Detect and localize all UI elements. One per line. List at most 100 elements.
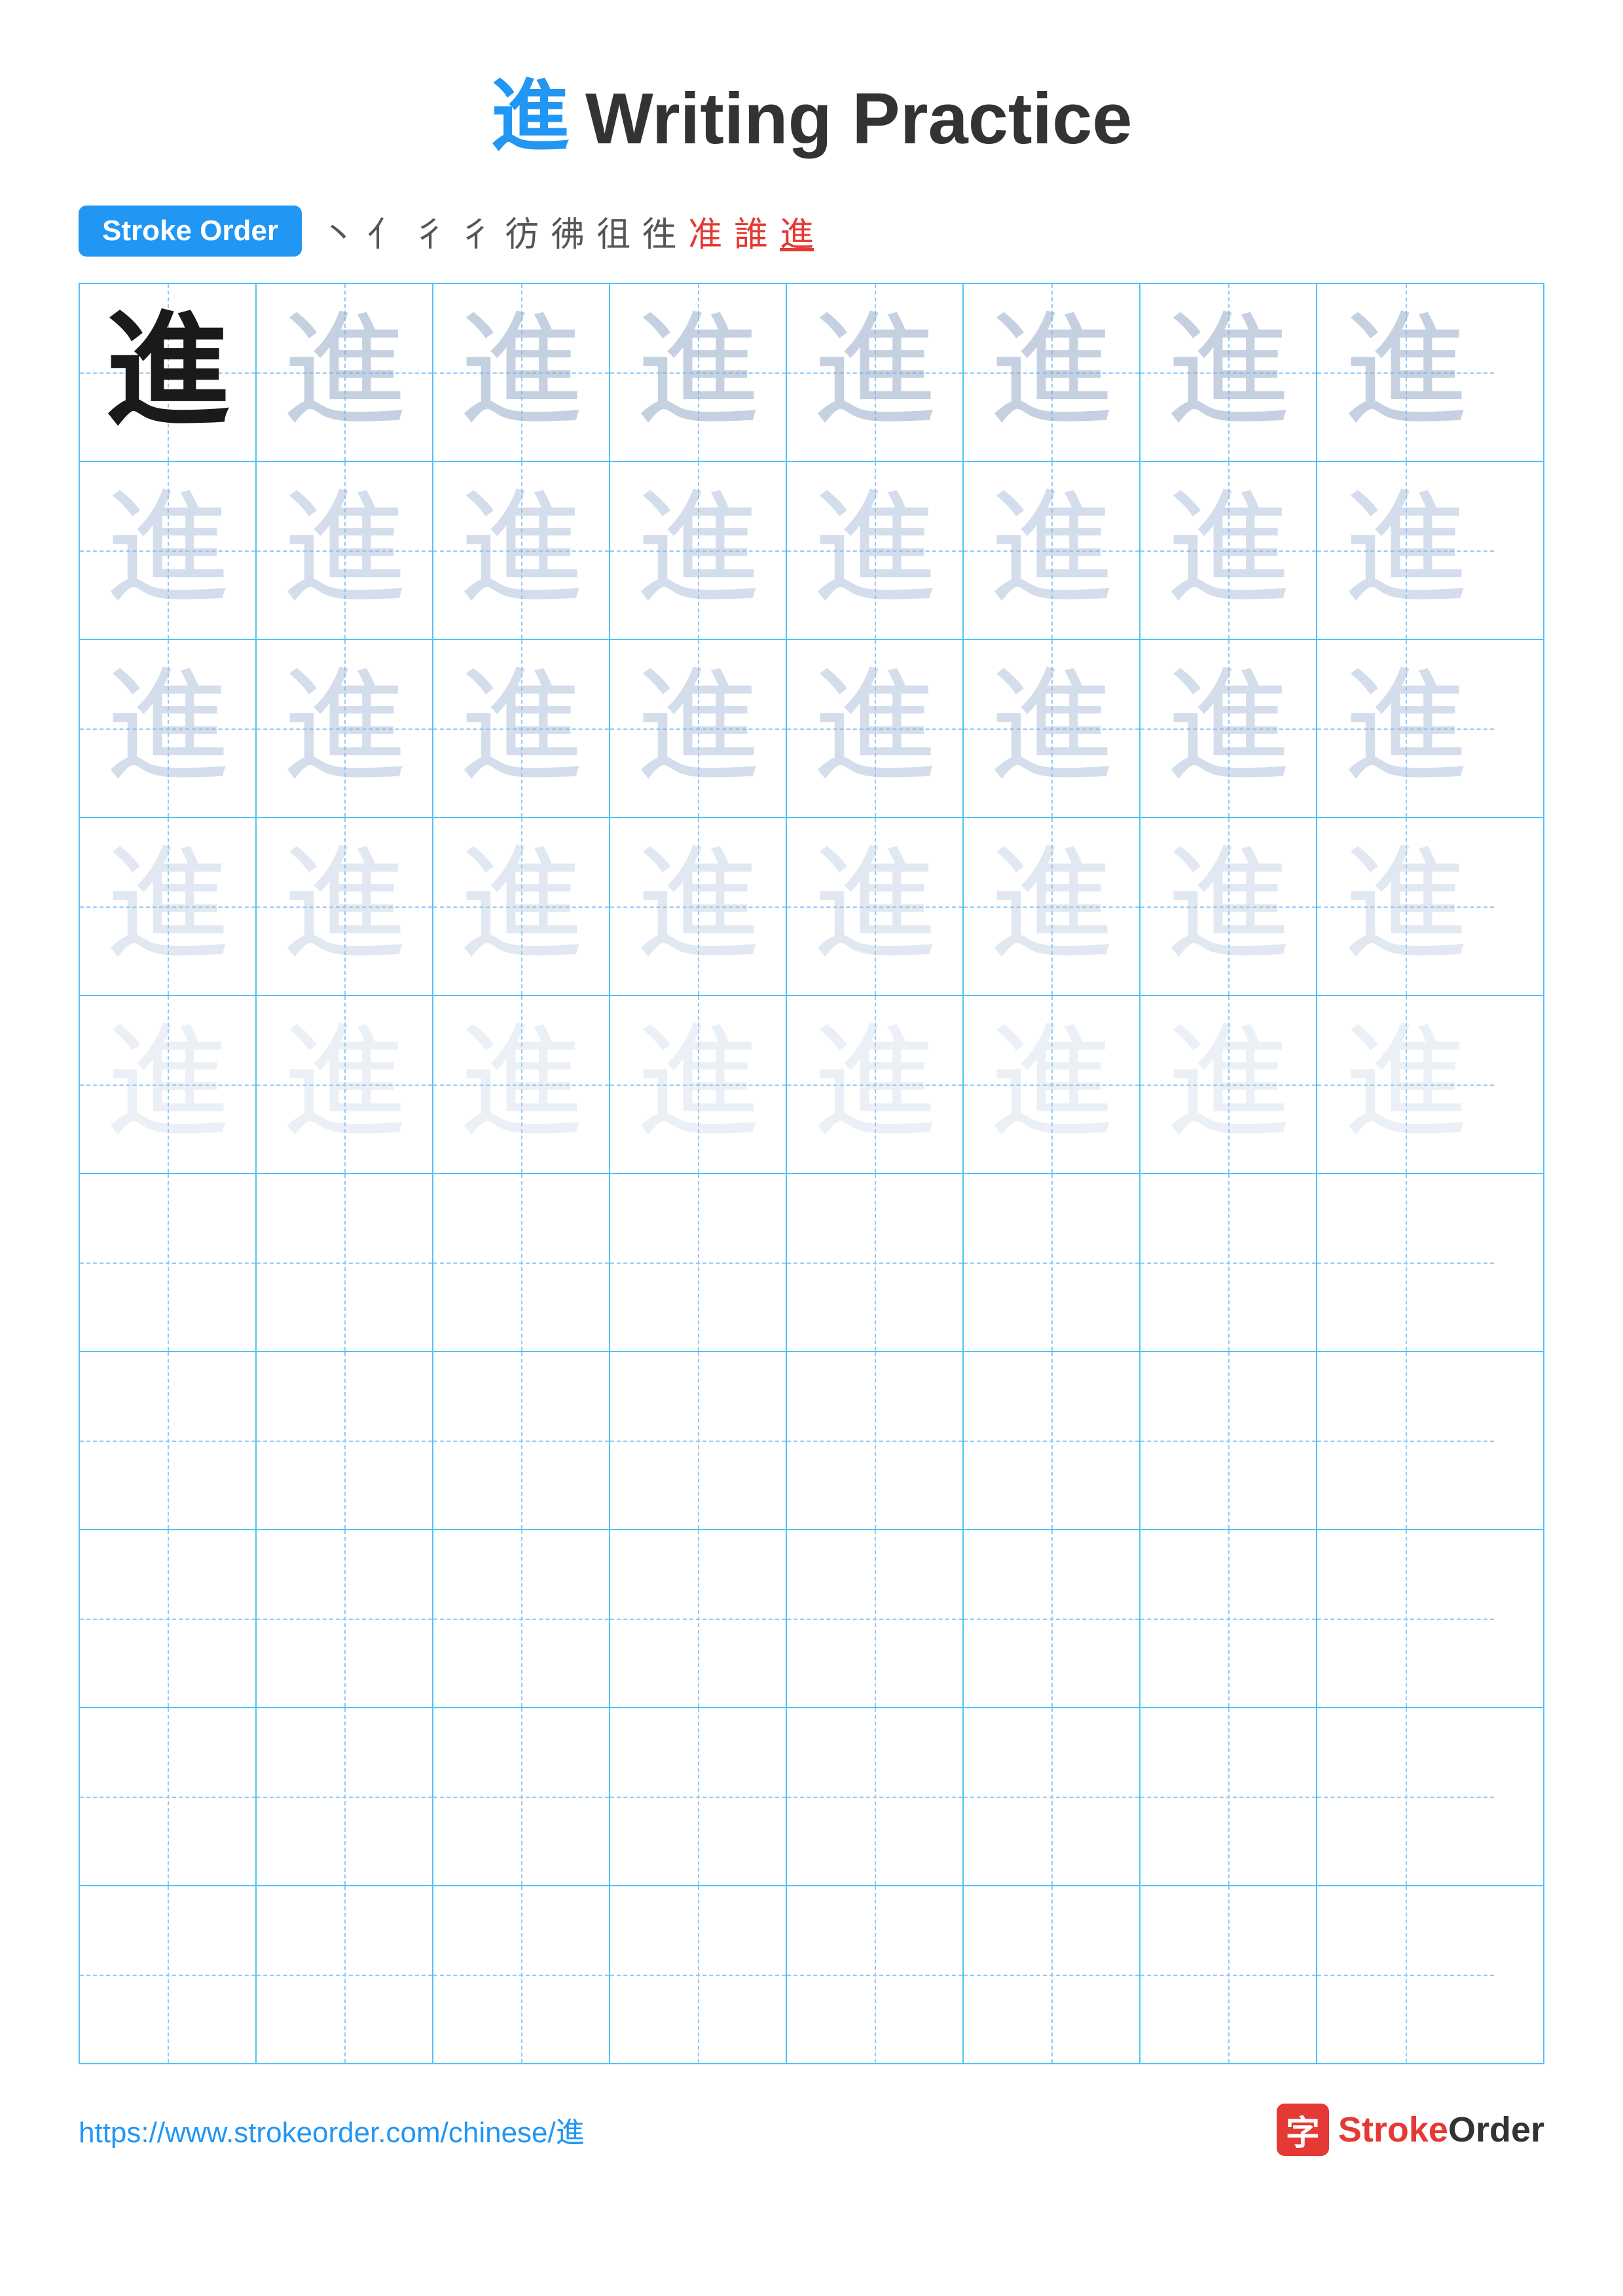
grid-cell-4-3[interactable]: 進	[433, 818, 610, 995]
grid-cell-3-5[interactable]: 進	[787, 640, 964, 817]
char-light: 進	[812, 488, 937, 613]
grid-cell-8-6[interactable]	[964, 1530, 1140, 1707]
grid-cell-6-4[interactable]	[610, 1174, 787, 1351]
grid-cell-7-8[interactable]	[1317, 1352, 1494, 1529]
char-light: 進	[105, 1022, 230, 1147]
grid-cell-5-7[interactable]: 進	[1140, 996, 1317, 1173]
char-light: 進	[282, 1022, 407, 1147]
grid-cell-1-6[interactable]: 進	[964, 284, 1140, 461]
grid-cell-9-6[interactable]	[964, 1708, 1140, 1885]
grid-cell-10-3[interactable]	[433, 1886, 610, 2063]
grid-cell-5-3[interactable]: 進	[433, 996, 610, 1173]
char-light: 進	[282, 844, 407, 969]
grid-cell-4-4[interactable]: 進	[610, 818, 787, 995]
grid-cell-1-1[interactable]: 進	[80, 284, 257, 461]
grid-cell-1-7[interactable]: 進	[1140, 284, 1317, 461]
grid-cell-7-4[interactable]	[610, 1352, 787, 1529]
grid-cell-8-4[interactable]	[610, 1530, 787, 1707]
grid-cell-9-4[interactable]	[610, 1708, 787, 1885]
grid-cell-5-1[interactable]: 進	[80, 996, 257, 1173]
grid-cell-8-5[interactable]	[787, 1530, 964, 1707]
stroke-step-5: 彷	[505, 207, 539, 256]
grid-cell-10-7[interactable]	[1140, 1886, 1317, 2063]
grid-cell-8-1[interactable]	[80, 1530, 257, 1707]
stroke-step-1: 丶	[321, 207, 356, 256]
grid-cell-1-3[interactable]: 進	[433, 284, 610, 461]
grid-cell-6-1[interactable]	[80, 1174, 257, 1351]
grid-cell-4-1[interactable]: 進	[80, 818, 257, 995]
grid-cell-5-8[interactable]: 進	[1317, 996, 1494, 1173]
grid-cell-4-5[interactable]: 進	[787, 818, 964, 995]
grid-cell-3-2[interactable]: 進	[257, 640, 433, 817]
grid-cell-7-5[interactable]	[787, 1352, 964, 1529]
grid-cell-3-4[interactable]: 進	[610, 640, 787, 817]
grid-cell-6-8[interactable]	[1317, 1174, 1494, 1351]
grid-cell-2-1[interactable]: 進	[80, 462, 257, 639]
grid-cell-2-7[interactable]: 進	[1140, 462, 1317, 639]
stroke-step-3: 彳	[413, 207, 447, 256]
grid-cell-6-3[interactable]	[433, 1174, 610, 1351]
grid-cell-4-2[interactable]: 進	[257, 818, 433, 995]
stroke-steps: 丶 亻 彳 彳 彷 彿 徂 徃 准 誰 進	[321, 207, 814, 256]
grid-cell-5-6[interactable]: 進	[964, 996, 1140, 1173]
grid-cell-3-7[interactable]: 進	[1140, 640, 1317, 817]
grid-cell-4-7[interactable]: 進	[1140, 818, 1317, 995]
grid-cell-2-4[interactable]: 進	[610, 462, 787, 639]
grid-cell-1-4[interactable]: 進	[610, 284, 787, 461]
grid-cell-6-2[interactable]	[257, 1174, 433, 1351]
grid-cell-9-7[interactable]	[1140, 1708, 1317, 1885]
grid-cell-10-1[interactable]	[80, 1886, 257, 2063]
char-light: 進	[459, 666, 583, 791]
grid-cell-7-2[interactable]	[257, 1352, 433, 1529]
char-light: 進	[1343, 488, 1468, 613]
grid-cell-4-6[interactable]: 進	[964, 818, 1140, 995]
char-light: 進	[1166, 488, 1290, 613]
char-light: 進	[812, 844, 937, 969]
grid-cell-9-8[interactable]	[1317, 1708, 1494, 1885]
grid-cell-7-1[interactable]	[80, 1352, 257, 1529]
grid-cell-7-3[interactable]	[433, 1352, 610, 1529]
grid-cell-5-4[interactable]: 進	[610, 996, 787, 1173]
grid-cell-5-2[interactable]: 進	[257, 996, 433, 1173]
grid-cell-3-3[interactable]: 進	[433, 640, 610, 817]
grid-cell-10-8[interactable]	[1317, 1886, 1494, 2063]
grid-cell-3-1[interactable]: 進	[80, 640, 257, 817]
grid-cell-3-8[interactable]: 進	[1317, 640, 1494, 817]
grid-cell-1-5[interactable]: 進	[787, 284, 964, 461]
grid-cell-10-6[interactable]	[964, 1886, 1140, 2063]
grid-cell-10-5[interactable]	[787, 1886, 964, 2063]
grid-cell-4-8[interactable]: 進	[1317, 818, 1494, 995]
grid-cell-2-5[interactable]: 進	[787, 462, 964, 639]
grid-cell-5-5[interactable]: 進	[787, 996, 964, 1173]
grid-cell-7-6[interactable]	[964, 1352, 1140, 1529]
grid-cell-7-7[interactable]	[1140, 1352, 1317, 1529]
grid-cell-2-2[interactable]: 進	[257, 462, 433, 639]
stroke-step-6: 彿	[551, 207, 585, 256]
grid-cell-8-7[interactable]	[1140, 1530, 1317, 1707]
grid-cell-9-1[interactable]	[80, 1708, 257, 1885]
grid-cell-6-6[interactable]	[964, 1174, 1140, 1351]
grid-cell-8-3[interactable]	[433, 1530, 610, 1707]
grid-cell-9-3[interactable]	[433, 1708, 610, 1885]
grid-cell-10-4[interactable]	[610, 1886, 787, 2063]
grid-cell-8-8[interactable]	[1317, 1530, 1494, 1707]
grid-cell-8-2[interactable]	[257, 1530, 433, 1707]
grid-cell-3-6[interactable]: 進	[964, 640, 1140, 817]
grid-cell-2-3[interactable]: 進	[433, 462, 610, 639]
grid-cell-2-8[interactable]: 進	[1317, 462, 1494, 639]
grid-cell-9-5[interactable]	[787, 1708, 964, 1885]
char-light: 進	[105, 844, 230, 969]
grid-cell-1-2[interactable]: 進	[257, 284, 433, 461]
char-light: 進	[105, 666, 230, 791]
char-light: 進	[812, 1022, 937, 1147]
grid-cell-2-6[interactable]: 進	[964, 462, 1140, 639]
stroke-step-10: 誰	[734, 207, 768, 256]
practice-grid: 進 進 進 進 進 進 進 進 進 進 進 進 進 進 進 進 進 進 進 進 …	[79, 283, 1544, 2064]
grid-cell-6-5[interactable]	[787, 1174, 964, 1351]
grid-cell-10-2[interactable]	[257, 1886, 433, 2063]
grid-cell-6-7[interactable]	[1140, 1174, 1317, 1351]
footer-logo-stroke: Stroke	[1338, 2110, 1448, 2149]
grid-cell-9-2[interactable]	[257, 1708, 433, 1885]
char-dark: 進	[105, 310, 230, 435]
grid-cell-1-8[interactable]: 進	[1317, 284, 1494, 461]
